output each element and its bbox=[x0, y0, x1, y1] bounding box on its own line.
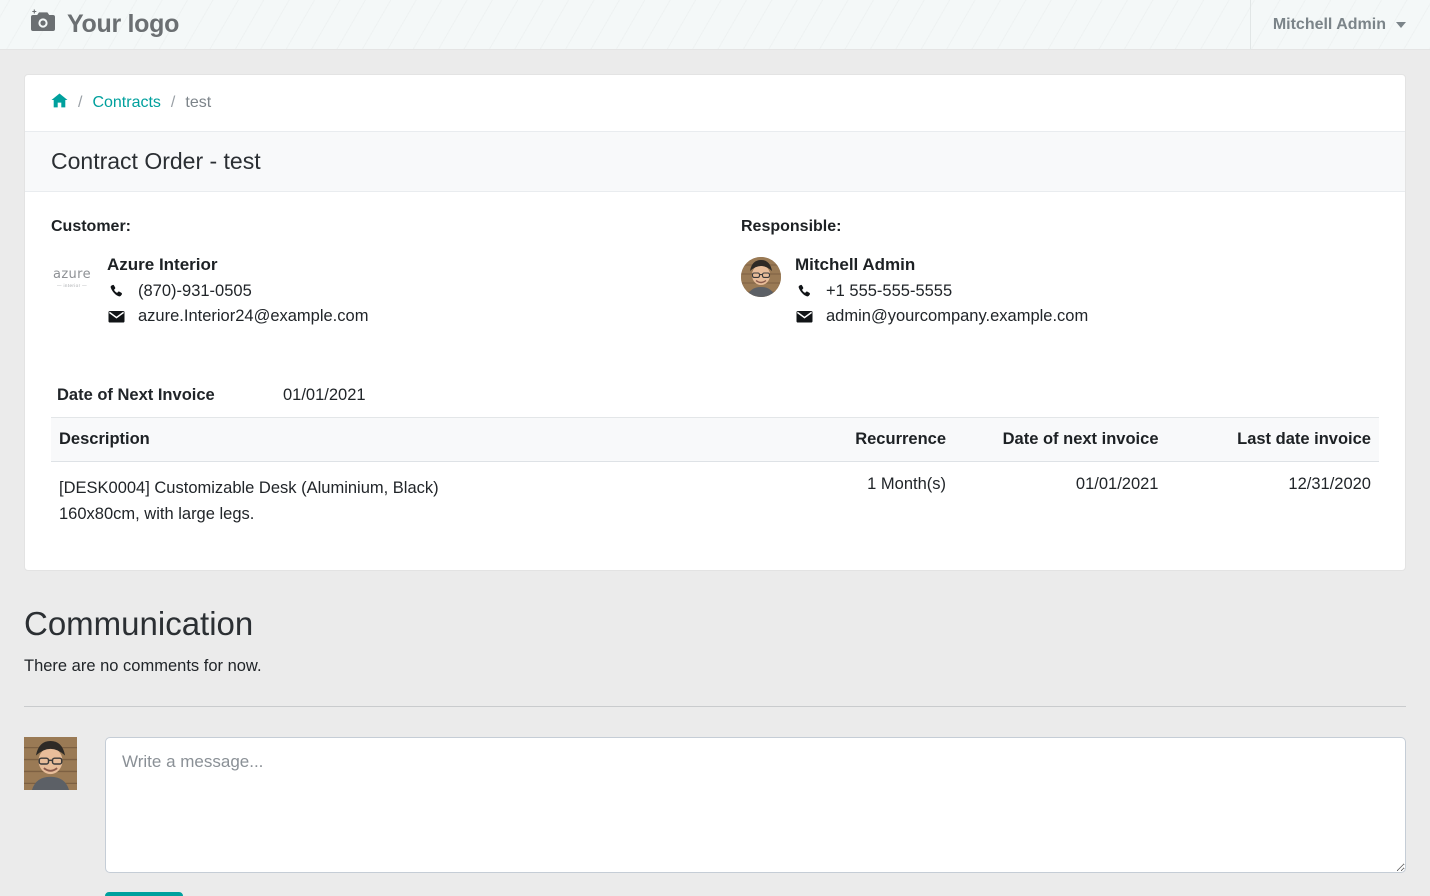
communication-empty-text: There are no comments for now. bbox=[24, 656, 262, 675]
message-input[interactable] bbox=[105, 736, 1406, 873]
next-invoice-label: Date of Next Invoice bbox=[57, 386, 215, 404]
column-header-last-date-invoice: Last date invoice bbox=[1166, 417, 1379, 462]
avatar bbox=[741, 257, 781, 297]
next-invoice-summary: Date of Next Invoice 01/01/2021 bbox=[51, 386, 1379, 405]
user-menu[interactable]: Mitchell Admin bbox=[1249, 0, 1430, 50]
customer-email: azure.Interior24@example.com bbox=[138, 307, 369, 325]
responsible-email-row: admin@yourcompany.example.com bbox=[795, 307, 1088, 326]
cell-description: [DESK0004] Customizable Desk (Aluminium,… bbox=[51, 462, 742, 544]
customer-logo-word: azure bbox=[52, 267, 92, 282]
breadcrumb-link-contracts[interactable]: Contracts bbox=[92, 94, 160, 112]
brand-logo[interactable]: Your logo bbox=[0, 9, 179, 41]
send-button[interactable]: Send bbox=[105, 891, 183, 896]
envelope-icon bbox=[107, 310, 126, 323]
responsible-phone-row: +1 555-555-5555 bbox=[795, 282, 1088, 301]
cell-date-of-next-invoice: 01/01/2021 bbox=[1075, 475, 1159, 493]
phone-icon bbox=[795, 284, 814, 300]
responsible-block: Responsible: Mitchell Admin +1 555-555-5… bbox=[715, 218, 1379, 332]
top-navbar: Your logo Mitchell Admin bbox=[0, 0, 1430, 50]
brand-label: Your logo bbox=[67, 10, 180, 38]
composer-avatar bbox=[24, 736, 77, 790]
customer-phone: (870)-931-0505 bbox=[138, 282, 252, 300]
message-composer: Send bbox=[24, 736, 1406, 896]
responsible-phone: +1 555-555-5555 bbox=[826, 282, 953, 300]
customer-logo: azure — interior — bbox=[51, 259, 93, 297]
chevron-down-icon bbox=[1396, 21, 1406, 28]
card-title-bar: Contract Order - test bbox=[25, 132, 1405, 192]
responsible-name: Mitchell Admin bbox=[795, 255, 916, 274]
communication-title: Communication bbox=[24, 604, 254, 642]
table-row: [DESK0004] Customizable Desk (Aluminium,… bbox=[51, 462, 1379, 544]
column-header-recurrence: Recurrence bbox=[741, 417, 955, 462]
contract-card: / Contracts / test Contract Order - test… bbox=[24, 74, 1406, 571]
table-header-row: Description Recurrence Date of next invo… bbox=[51, 417, 1379, 462]
description-line-2: 160x80cm, with large legs. bbox=[59, 505, 255, 524]
column-header-date-of-next-invoice: Date of next invoice bbox=[954, 417, 1167, 462]
cell-recurrence: 1 Month(s) bbox=[867, 475, 947, 493]
responsible-heading: Responsible: bbox=[741, 218, 842, 235]
breadcrumb: / Contracts / test bbox=[25, 75, 1405, 132]
responsible-email: admin@yourcompany.example.com bbox=[826, 307, 1089, 325]
communication-section: Communication There are no comments for … bbox=[0, 605, 1430, 896]
contacts-section: Customer: azure — interior — Azure Inter… bbox=[51, 218, 1379, 332]
customer-phone-row: (870)-931-0505 bbox=[107, 282, 368, 301]
breadcrumb-separator-2: / bbox=[170, 94, 176, 111]
phone-icon bbox=[107, 284, 126, 300]
cell-last-date-invoice: 12/31/2020 bbox=[1288, 475, 1371, 493]
card-body: Customer: azure — interior — Azure Inter… bbox=[25, 192, 1405, 570]
breadcrumb-separator-1: / bbox=[78, 94, 83, 111]
customer-logo-subtitle: — interior — bbox=[56, 283, 88, 288]
camera-icon bbox=[30, 9, 58, 41]
home-icon[interactable] bbox=[51, 93, 68, 113]
contract-lines-table: Description Recurrence Date of next invo… bbox=[51, 417, 1379, 544]
user-menu-label: Mitchell Admin bbox=[1272, 15, 1386, 33]
column-header-description: Description bbox=[51, 417, 742, 462]
customer-email-row: azure.Interior24@example.com bbox=[107, 307, 368, 326]
next-invoice-value: 01/01/2021 bbox=[283, 386, 366, 404]
customer-name: Azure Interior bbox=[107, 255, 218, 274]
communication-divider bbox=[24, 705, 1406, 707]
page-title: Contract Order - test bbox=[51, 148, 261, 174]
breadcrumb-current: test bbox=[185, 94, 212, 111]
description-line-1: [DESK0004] Customizable Desk (Aluminium,… bbox=[59, 479, 439, 497]
customer-heading: Customer: bbox=[51, 218, 132, 235]
customer-block: Customer: azure — interior — Azure Inter… bbox=[51, 218, 715, 332]
envelope-icon bbox=[795, 310, 814, 323]
